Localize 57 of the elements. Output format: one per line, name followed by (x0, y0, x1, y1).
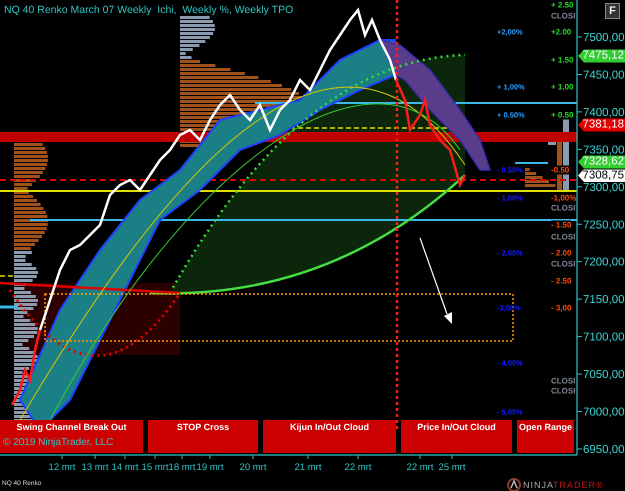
date-axis-label: 20 mrt (240, 462, 266, 473)
level-label: + 2.50 (551, 0, 574, 10)
date-axis-label: 12 mrt (48, 462, 76, 473)
price-axis-label: 7150,00 (583, 294, 625, 306)
price-marker: 7308,75 (578, 169, 625, 182)
price-axis-label: 7500,00 (583, 32, 625, 44)
level-line (0, 306, 18, 308)
logo-text: NINJA (523, 480, 554, 490)
level-label: - 2.50 (551, 276, 572, 286)
level-label: - 3,00 (551, 304, 572, 312)
level-label: -1,00% (551, 194, 576, 202)
price-axis-label: 7400,00 (583, 106, 625, 119)
signal-panel: Price In/Out Cloud (401, 420, 512, 453)
price-axis-label: 7050,00 (583, 369, 625, 382)
signal-panel: Kijun In/Out Cloud (263, 420, 396, 453)
chart-title: NQ 40 Renko March 07 Weekly Ichi, Weekly %, Weekly TPO (4, 4, 294, 16)
settings-button[interactable]: F (605, 3, 620, 19)
date-axis-label: 13 mrt (82, 462, 108, 473)
date-axis-label: 25 mrt (438, 462, 466, 473)
price-axis-label: 6950,00 (583, 444, 625, 456)
copyright-text: © 2019 NinjaTrader, LLC (3, 437, 114, 448)
level-label: + 1.50 (551, 56, 574, 64)
date-axis-label: 22 mrt (406, 462, 434, 473)
level-label: - 2.00 (551, 248, 572, 258)
level-line (0, 275, 14, 277)
logo-text: TRADER® (553, 480, 604, 490)
level-label: + 1.00 (551, 82, 574, 92)
level-label: - 1.50 (551, 220, 572, 230)
price-axis-label: 7100,00 (583, 332, 625, 344)
price-marker: 7381,18 (578, 118, 625, 132)
logo-icon (507, 478, 521, 491)
level-label: CLOSI (551, 204, 576, 212)
level-label: CLOSI (551, 232, 576, 242)
price-axis-label: 7350,00 (583, 144, 625, 156)
date-axis-label: 19 mrt (196, 462, 224, 473)
signal-panel: Open Range (517, 420, 574, 453)
level-label: CLOSI (551, 12, 576, 20)
date-axis-label: 21 mrt (294, 462, 322, 473)
price-axis-label: 7200,00 (583, 256, 625, 269)
signal-panel: STOP Cross (148, 420, 258, 453)
date-axis-label: 22 mrt (344, 462, 372, 473)
level-line (515, 162, 548, 164)
price-axis-label: 7300,00 (583, 182, 625, 194)
level-label: -0.50 (551, 166, 570, 174)
price-marker: 7475,12 (578, 50, 625, 62)
level-label: CLOSI (551, 260, 576, 268)
level-label: + 0.50 (551, 110, 574, 120)
date-axis-label: 14 mrt (112, 462, 138, 473)
date-axis-label: 15 mrt (142, 462, 168, 473)
level-label: CLOSI (551, 376, 576, 386)
price-axis-label: 7000,00 (583, 406, 625, 418)
date-axis-label: 18 mrt (168, 462, 196, 473)
level-label: CLOSI (551, 386, 576, 396)
level-label: +2.00 (551, 28, 572, 36)
price-marker: 7328,62 (578, 156, 625, 168)
price-axis-label: 7450,00 (583, 69, 625, 82)
price-axis-label: 7250,00 (583, 219, 625, 232)
